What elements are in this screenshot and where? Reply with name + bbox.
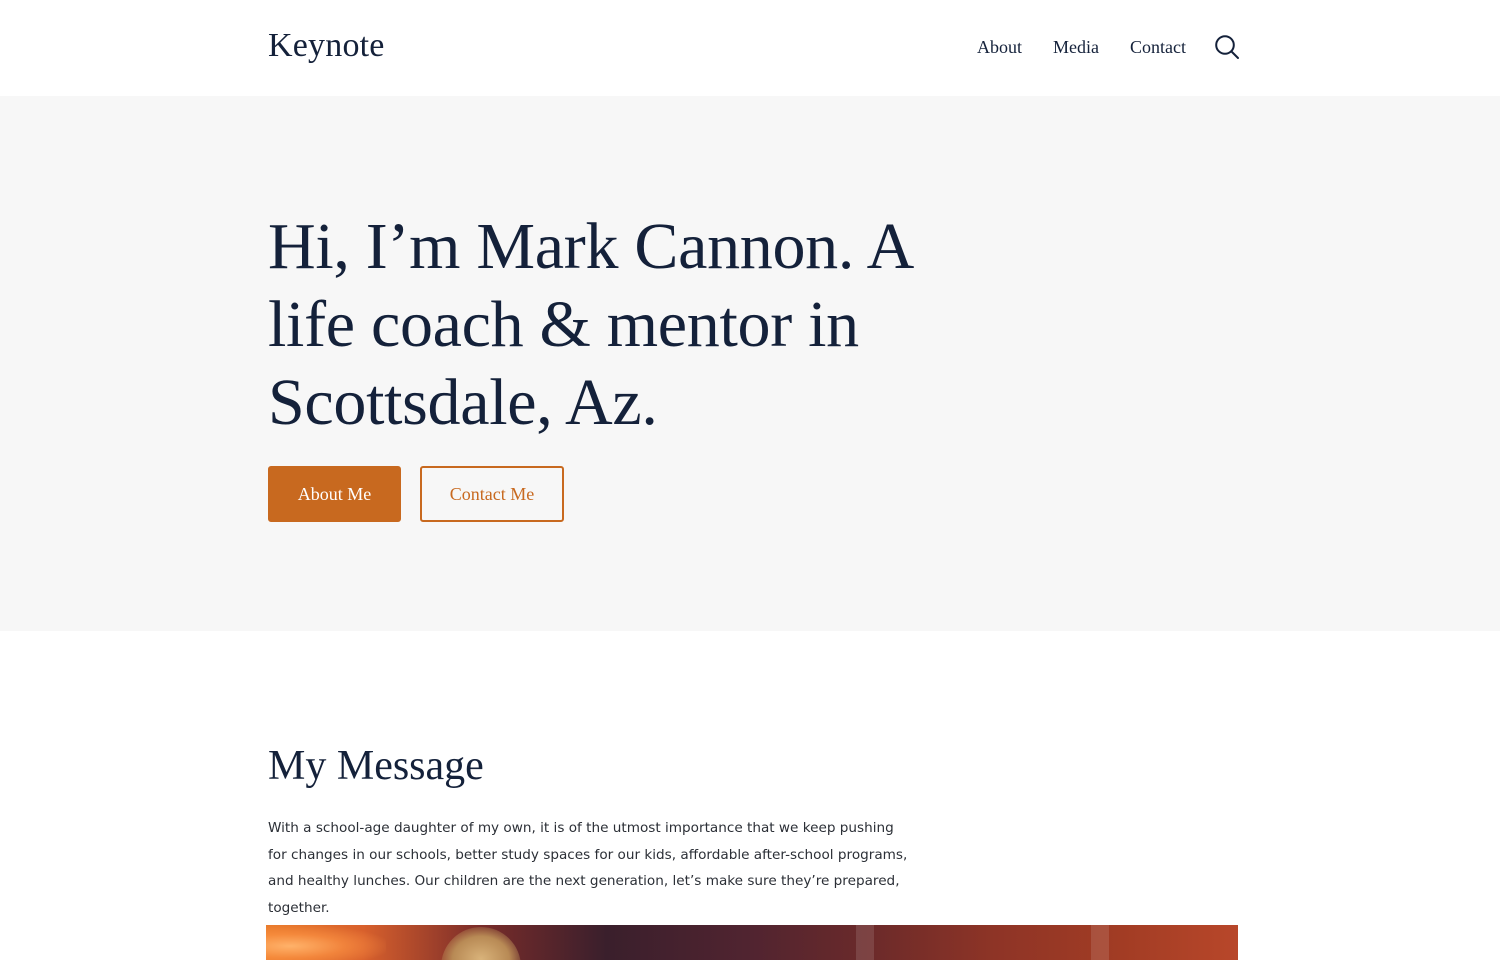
image-background-stripe bbox=[856, 925, 874, 960]
image-background-stripe bbox=[1091, 925, 1109, 960]
nav-item-about[interactable]: About bbox=[977, 36, 1022, 58]
image-light-glow bbox=[266, 925, 386, 960]
message-body: With a school-age daughter of my own, it… bbox=[268, 820, 908, 916]
image-subject-head bbox=[441, 927, 521, 960]
hero-section: Hi, I’m Mark Cannon. A life coach & ment… bbox=[0, 96, 1500, 631]
nav-item-contact[interactable]: Contact bbox=[1130, 36, 1186, 58]
search-icon[interactable] bbox=[1214, 34, 1240, 60]
hero-title: Hi, I’m Mark Cannon. A life coach & ment… bbox=[268, 210, 911, 439]
nav-item-media[interactable]: Media bbox=[1053, 36, 1099, 58]
main-nav: About Media Contact bbox=[977, 36, 1186, 58]
about-me-button[interactable]: About Me bbox=[268, 466, 401, 522]
message-heading: My Message bbox=[268, 743, 484, 789]
feature-image bbox=[266, 925, 1238, 960]
site-header: Keynote About Media Contact bbox=[0, 0, 1500, 96]
site-logo[interactable]: Keynote bbox=[268, 26, 385, 66]
contact-me-button[interactable]: Contact Me bbox=[420, 466, 564, 522]
